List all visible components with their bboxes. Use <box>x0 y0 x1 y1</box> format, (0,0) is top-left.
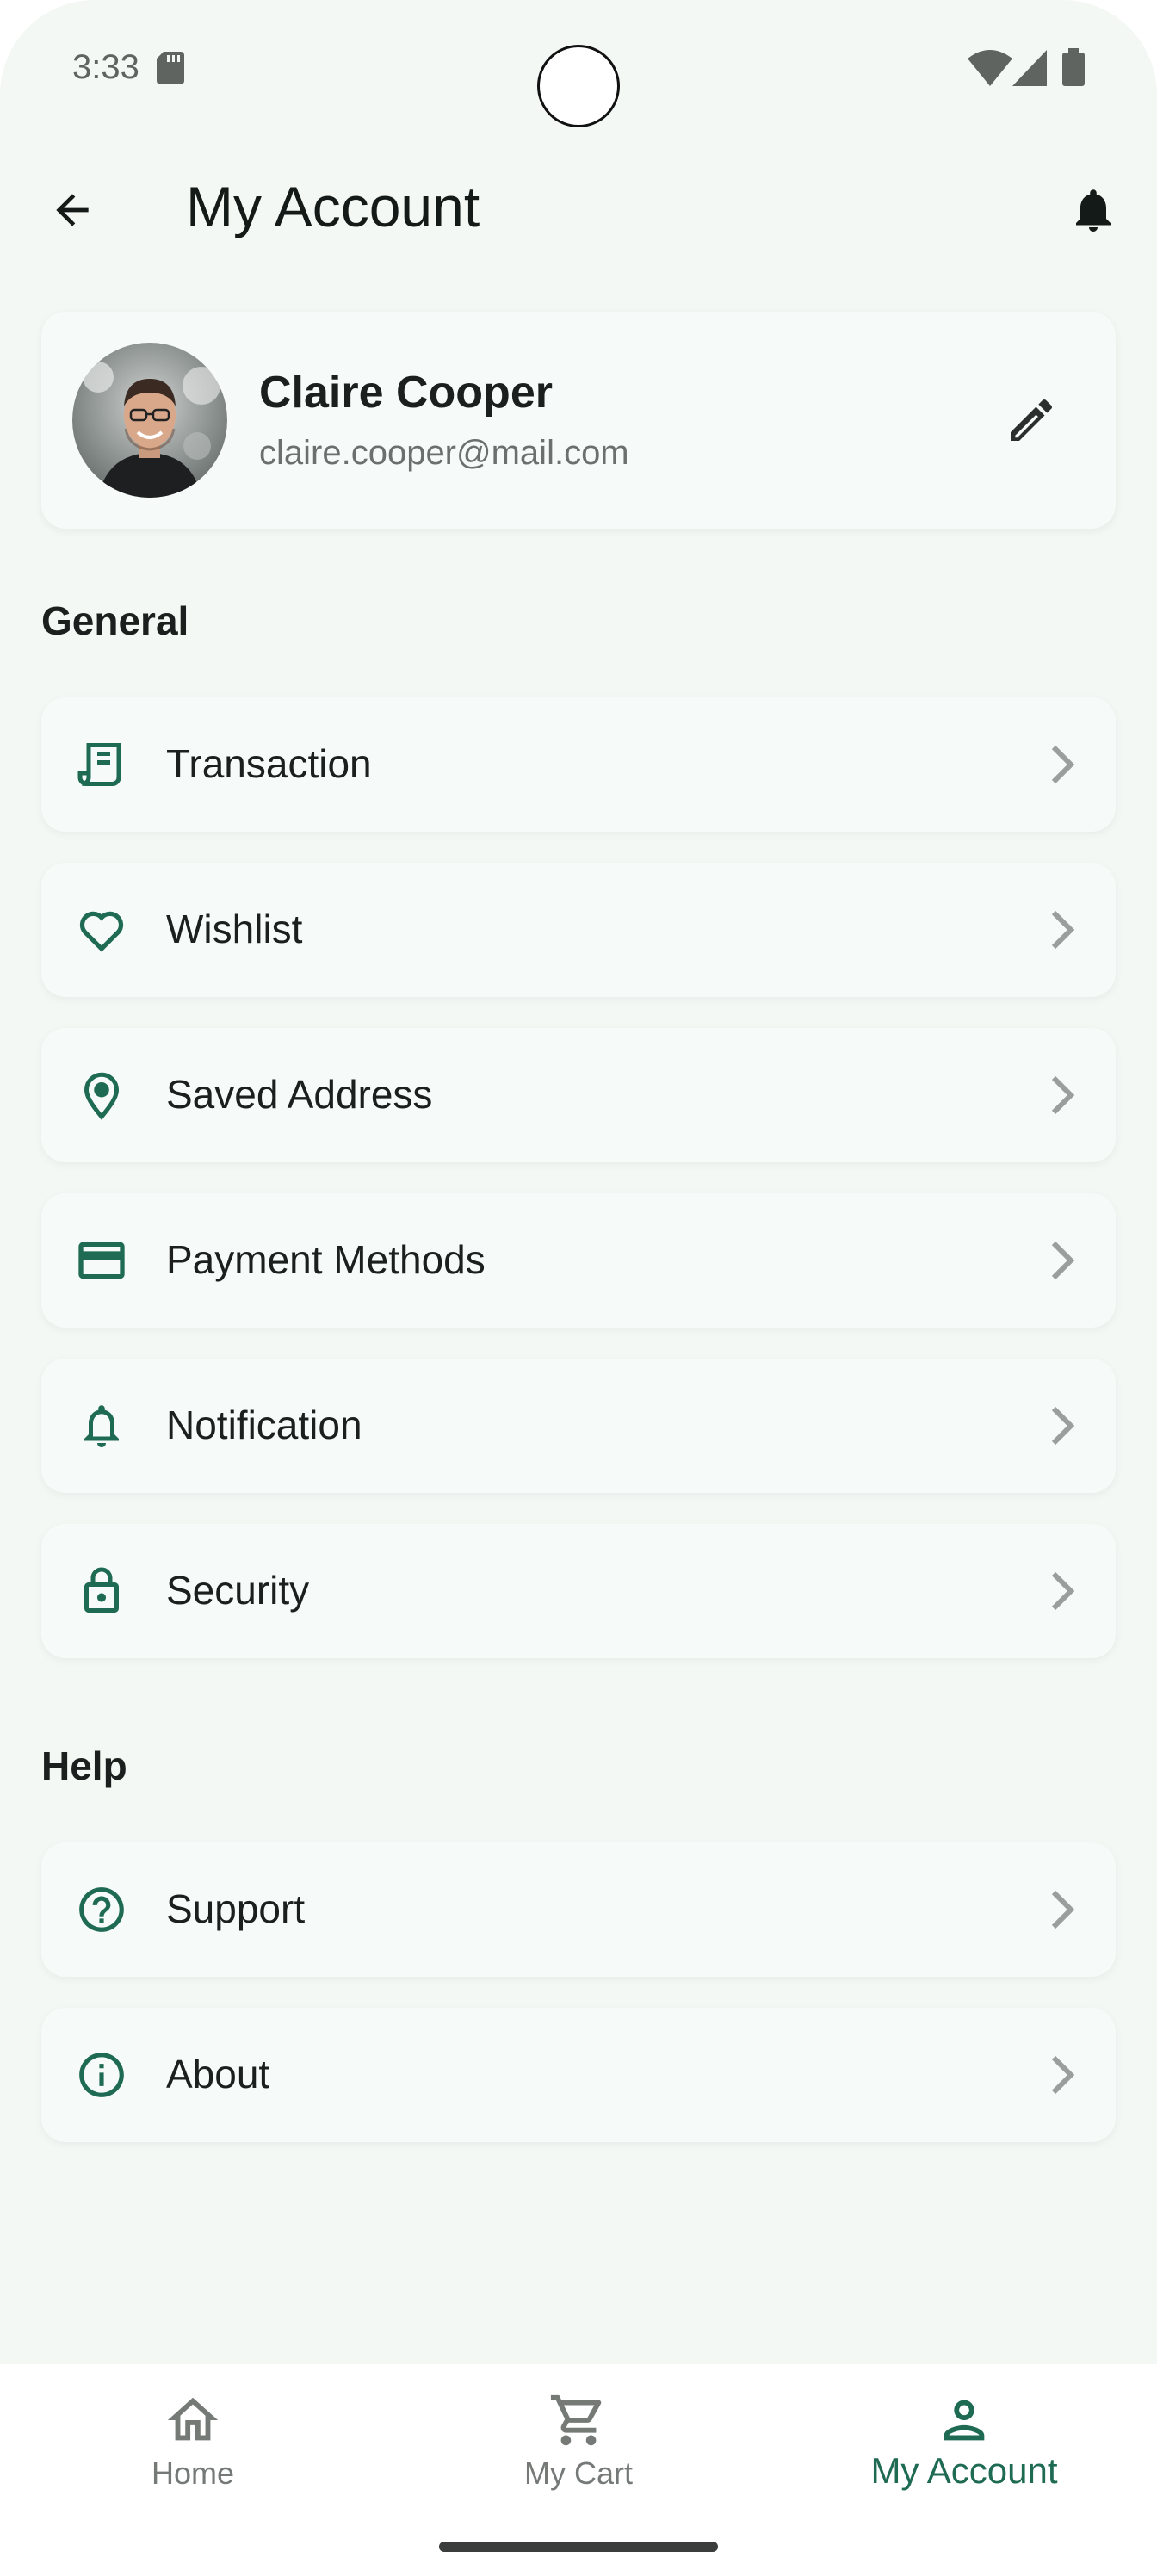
menu-label: Notification <box>166 1403 362 1447</box>
section-title-general: General <box>41 598 189 643</box>
menu-label: About <box>166 2052 270 2096</box>
signal-icon <box>1012 50 1047 86</box>
pencil-icon <box>1011 399 1053 441</box>
sd-card-icon <box>157 52 184 84</box>
heart-icon <box>79 911 124 952</box>
menu-item-about[interactable]: About <box>41 2008 1116 2142</box>
profile-email: claire.cooper@mail.com <box>259 434 629 472</box>
nav-item-home[interactable]: Home <box>0 2364 386 2519</box>
nav-item-my-cart[interactable]: My Cart <box>386 2364 771 2519</box>
app-bar: My Account <box>0 155 1157 267</box>
menu-label: Saved Address <box>166 1072 433 1117</box>
menu-item-wishlist[interactable]: Wishlist <box>41 863 1116 997</box>
bottom-navigation: Home My Cart My Account <box>0 2364 1157 2576</box>
status-time: 3:33 <box>72 48 139 86</box>
menu-label: Transaction <box>166 741 372 786</box>
nav-label: Home <box>151 2455 235 2491</box>
home-indicator[interactable] <box>439 2542 718 2552</box>
menu-item-transaction[interactable]: Transaction <box>41 697 1116 832</box>
notifications-button[interactable] <box>1059 176 1128 245</box>
receipt-icon <box>77 743 121 786</box>
wifi-icon <box>968 50 1012 86</box>
camera-cutout <box>537 45 620 127</box>
home-icon <box>167 2397 219 2441</box>
nav-label: My Account <box>870 2450 1058 2491</box>
chevron-right-icon <box>1051 1406 1075 1446</box>
menu-label: Security <box>166 1568 310 1613</box>
bell-outline-icon <box>84 1405 119 1447</box>
menu-label: Payment Methods <box>166 1237 486 1282</box>
avatar-photo <box>72 343 227 498</box>
profile-card[interactable]: Claire Cooper claire.cooper@mail.com <box>41 312 1116 529</box>
menu-item-support[interactable]: Support <box>41 1842 1116 1977</box>
chevron-right-icon <box>1051 1571 1075 1611</box>
chevron-right-icon <box>1051 2055 1075 2095</box>
menu-item-payment-methods[interactable]: Payment Methods <box>41 1193 1116 1328</box>
location-pin-icon <box>84 1072 120 1120</box>
screen: 3:33 My Account Claire Cooper claire.coo… <box>0 0 1157 2576</box>
credit-card-icon <box>78 1242 125 1279</box>
nav-item-my-account[interactable]: My Account <box>771 2364 1157 2519</box>
cart-icon <box>550 2394 602 2446</box>
person-icon <box>944 2400 985 2441</box>
menu-label: Wishlist <box>166 907 303 951</box>
chevron-right-icon <box>1051 1241 1075 1280</box>
menu-item-notification[interactable]: Notification <box>41 1359 1116 1493</box>
chevron-right-icon <box>1051 1890 1075 1929</box>
avatar <box>72 343 227 498</box>
chevron-right-icon <box>1051 1075 1075 1115</box>
menu-item-saved-address[interactable]: Saved Address <box>41 1028 1116 1162</box>
section-title-help: Help <box>41 1743 127 1788</box>
chevron-right-icon <box>1051 745 1075 784</box>
battery-icon <box>1062 48 1085 86</box>
menu-item-security[interactable]: Security <box>41 1524 1116 1658</box>
lock-icon <box>84 1567 119 1613</box>
menu-label: Support <box>166 1886 306 1931</box>
page-title: My Account <box>186 175 480 238</box>
profile-name: Claire Cooper <box>259 368 553 418</box>
info-circle-icon <box>79 2053 124 2097</box>
nav-label: My Cart <box>524 2455 633 2491</box>
help-circle-icon <box>79 1887 124 1932</box>
status-bar: 3:33 <box>0 0 1157 138</box>
chevron-right-icon <box>1051 910 1075 950</box>
arrow-back-icon <box>56 194 89 226</box>
edit-profile-button[interactable] <box>992 381 1071 460</box>
back-button[interactable] <box>38 176 107 245</box>
bell-icon <box>1076 189 1111 232</box>
